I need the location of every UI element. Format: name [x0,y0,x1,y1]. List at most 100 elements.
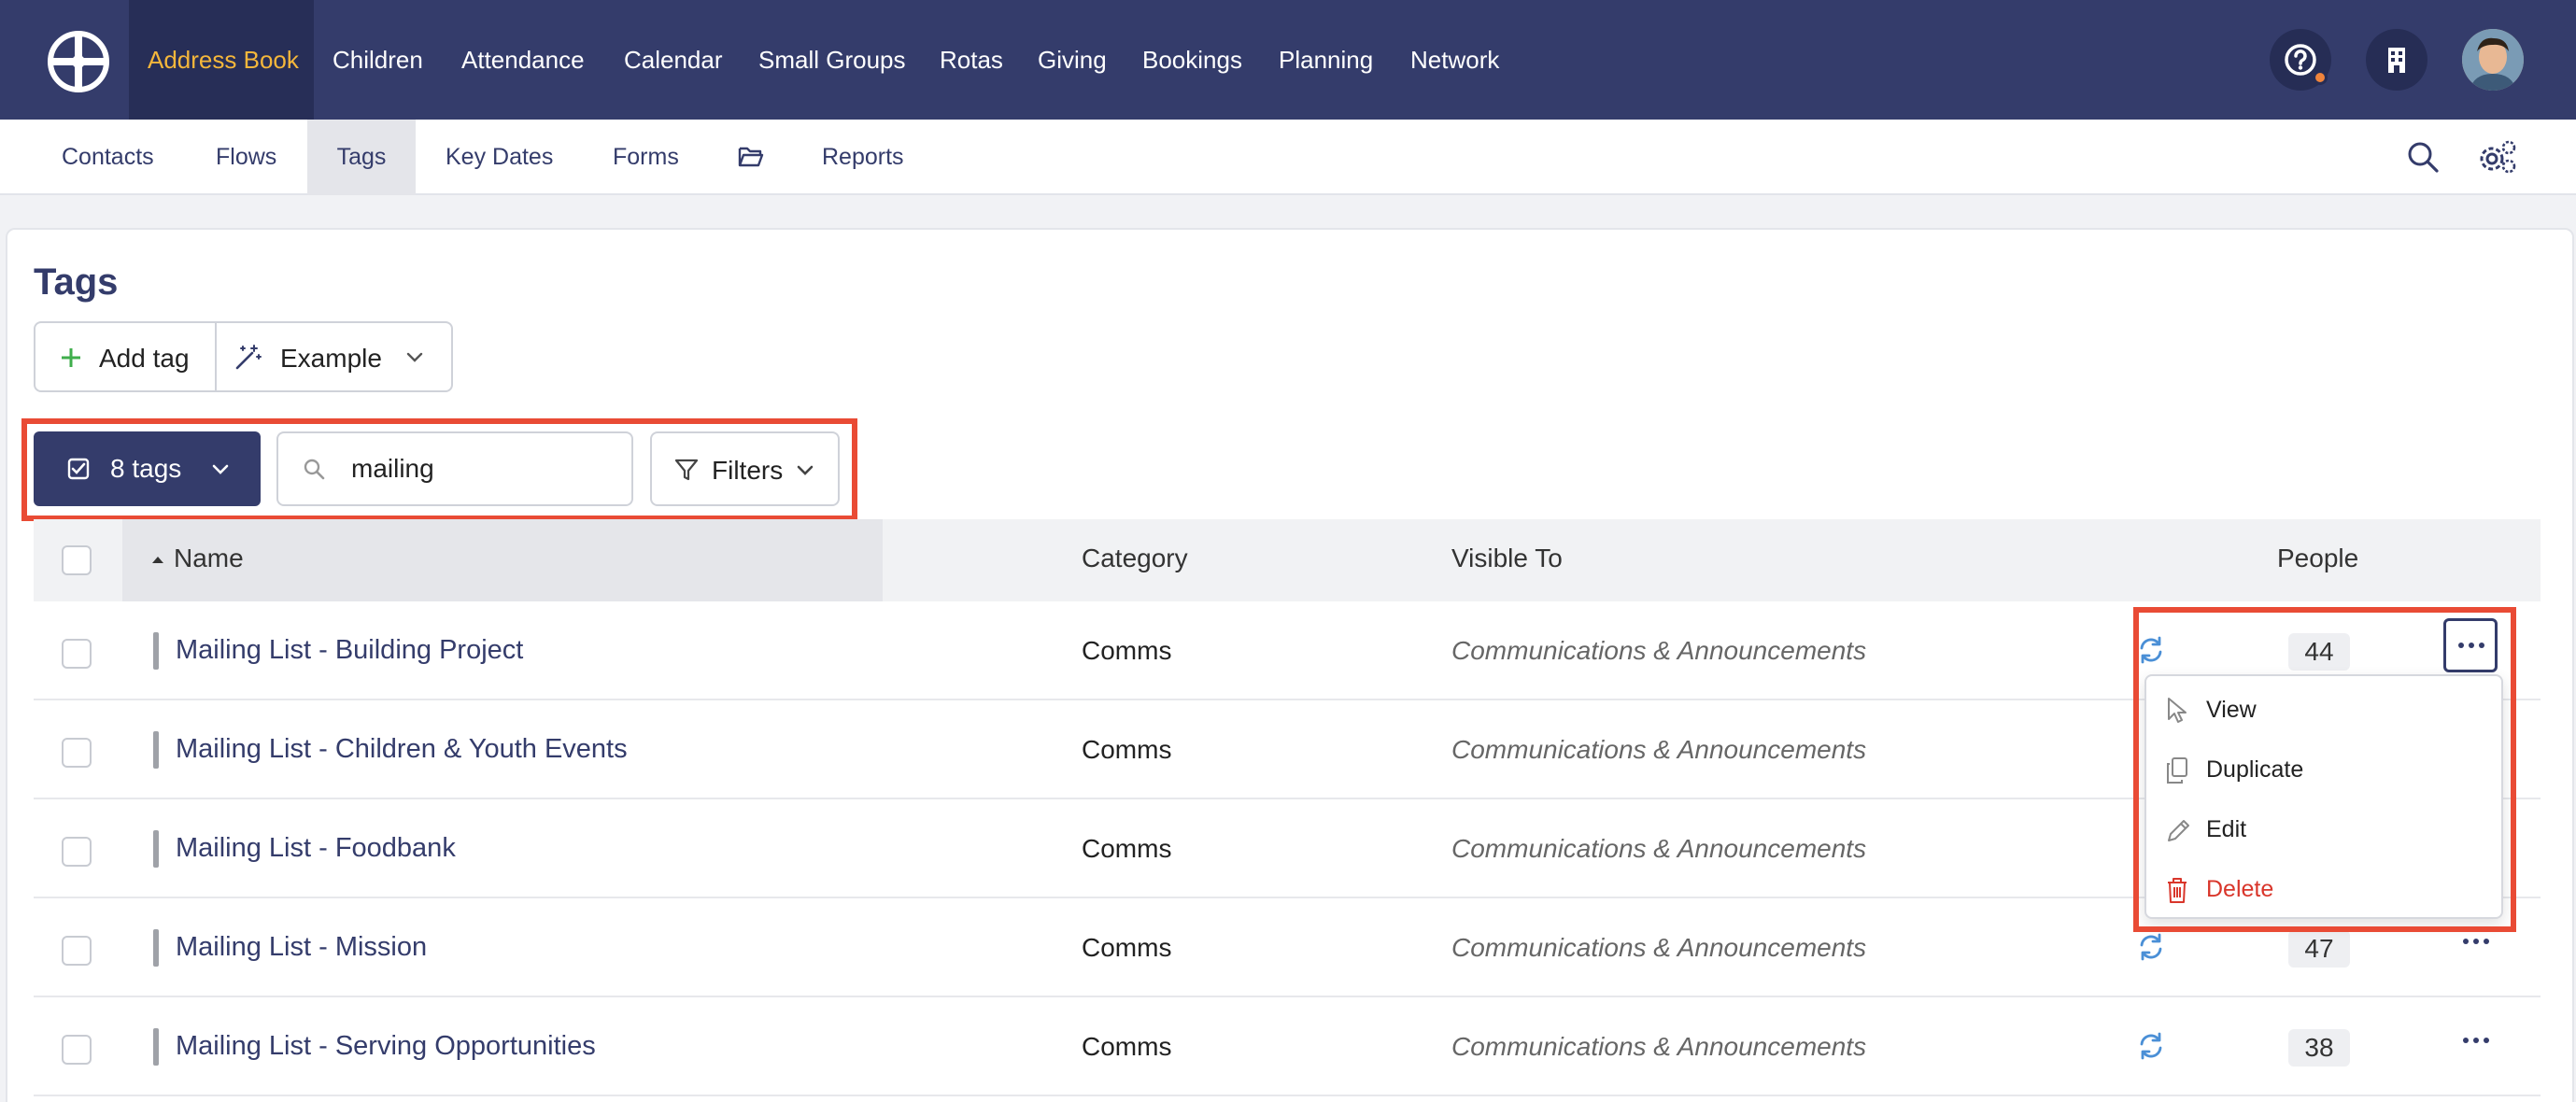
nav-network-label: Network [1410,46,1500,74]
organisation-button[interactable] [2366,29,2427,91]
filters-label: Filters [712,456,784,485]
nav-children[interactable]: Children [333,0,423,120]
nav-rotas[interactable]: Rotas [940,0,1003,120]
chevron-down-icon [797,465,814,475]
chevron-down-icon [406,352,423,362]
name-column-header[interactable]: Name [151,519,889,601]
plus-icon [62,348,80,367]
example-label: Example [280,344,382,373]
people-column-header[interactable]: People [2277,544,2358,573]
visible-to-column-header[interactable]: Visible To [1451,544,1563,573]
tag-name-link[interactable]: Mailing List - Mission [176,932,427,963]
name-header-label: Name [174,544,244,572]
tag-visible-to: Communications & Announcements [1451,1032,1867,1061]
notification-dot [2313,70,2328,85]
tag-actions-button-group: Add tag Example [34,321,453,392]
row-actions-button[interactable] [2458,1025,2503,1067]
row-checkbox[interactable] [62,837,92,867]
search-input[interactable] [351,433,622,504]
nav-address-book-label: Address Book [148,46,299,74]
tag-name-link[interactable]: Mailing List - Children & Youth Events [176,734,628,765]
tag-color-bar [153,929,159,967]
sort-ascending-icon [152,557,163,563]
nav-bookings[interactable]: Bookings [1142,0,1242,120]
filters-dropdown-button[interactable]: Filters [650,431,840,506]
tab-key-dates[interactable]: Key Dates [446,120,553,195]
nav-planning-label: Planning [1279,46,1374,74]
chevron-down-icon [212,464,229,474]
tag-name-link[interactable]: Mailing List - Building Project [176,635,523,666]
select-all-checkbox[interactable] [62,545,92,575]
people-count[interactable]: 47 [2288,930,2350,968]
category-column-header[interactable]: Category [1082,544,1188,573]
tag-color-bar [153,1028,159,1066]
app-logo-icon[interactable] [47,30,110,93]
nav-children-label: Children [333,46,423,74]
tab-forms-label: Forms [613,144,679,170]
nav-address-book[interactable]: Address Book [129,0,314,120]
tag-category: Comms [1082,636,1172,665]
selected-tags-label: 8 tags [110,454,182,483]
selected-tags-dropdown-button[interactable]: 8 tags [34,431,261,506]
tag-visible-to: Communications & Announcements [1451,636,1867,665]
checkbox-checked-icon [67,458,90,480]
add-tag-button[interactable]: Add tag [35,323,215,390]
tag-name-link[interactable]: Mailing List - Serving Opportunities [176,1031,596,1062]
row-checkbox[interactable] [62,738,92,768]
nav-planning[interactable]: Planning [1279,0,1373,120]
help-button[interactable] [2270,29,2331,91]
row-checkbox[interactable] [62,1035,92,1065]
tab-contacts-label: Contacts [62,144,154,170]
search-field[interactable] [276,431,633,506]
example-dropdown-button[interactable]: Example [217,323,451,390]
tab-key-dates-label: Key Dates [446,144,554,170]
tab-flows[interactable]: Flows [216,120,276,195]
row-actions-button[interactable] [2458,926,2503,968]
folder-open-icon [738,147,764,167]
tag-visible-to: Communications & Announcements [1451,735,1867,764]
page-title: Tags [34,261,119,303]
row-checkbox[interactable] [62,639,92,669]
tag-color-bar [153,632,159,670]
nav-giving-label: Giving [1038,46,1107,74]
table-row[interactable]: Mailing List - Serving Opportunities Com… [34,997,2541,1096]
tag-category: Comms [1082,735,1172,764]
tag-name-link[interactable]: Mailing List - Foodbank [176,833,456,864]
nav-calendar[interactable]: Calendar [624,0,723,120]
tab-reports[interactable]: Reports [738,120,904,195]
more-horizontal-icon [2463,1038,2489,1043]
row-checkbox[interactable] [62,936,92,966]
nav-small-groups[interactable]: Small Groups [758,0,906,120]
user-avatar[interactable] [2462,29,2524,91]
sub-navigation-bar: Contacts Flows Tags Key Dates Forms Repo… [0,120,2576,195]
nav-calendar-label: Calendar [624,46,723,74]
tab-contacts[interactable]: Contacts [62,120,154,195]
building-icon [2388,48,2405,73]
nav-giving[interactable]: Giving [1038,0,1107,120]
settings-gears-icon[interactable] [2477,138,2518,176]
nav-rotas-label: Rotas [940,46,1003,74]
search-icon [304,459,325,480]
tag-visible-to: Communications & Announcements [1451,834,1867,863]
tab-tags-label: Tags [336,144,387,170]
row-actions-highlight-box [2133,607,2516,932]
tab-tags[interactable]: Tags [307,120,416,195]
tag-category: Comms [1082,933,1172,962]
people-count[interactable]: 38 [2288,1029,2350,1067]
help-icon [2285,44,2316,76]
nav-bookings-label: Bookings [1142,46,1242,74]
tab-reports-label: Reports [822,144,904,170]
table-header: Name Category Visible To People [34,519,2541,601]
sync-icon[interactable] [2136,932,2166,962]
nav-attendance[interactable]: Attendance [461,0,585,120]
sync-icon[interactable] [2136,1031,2166,1061]
tag-color-bar [153,830,159,868]
tab-forms[interactable]: Forms [613,120,679,195]
tag-visible-to: Communications & Announcements [1451,933,1867,962]
search-icon[interactable] [2406,140,2440,174]
magic-wand-icon [235,345,262,370]
nav-network[interactable]: Network [1410,0,1499,120]
nav-small-groups-label: Small Groups [758,46,906,74]
tag-category: Comms [1082,1032,1172,1061]
add-tag-label: Add tag [99,344,190,373]
